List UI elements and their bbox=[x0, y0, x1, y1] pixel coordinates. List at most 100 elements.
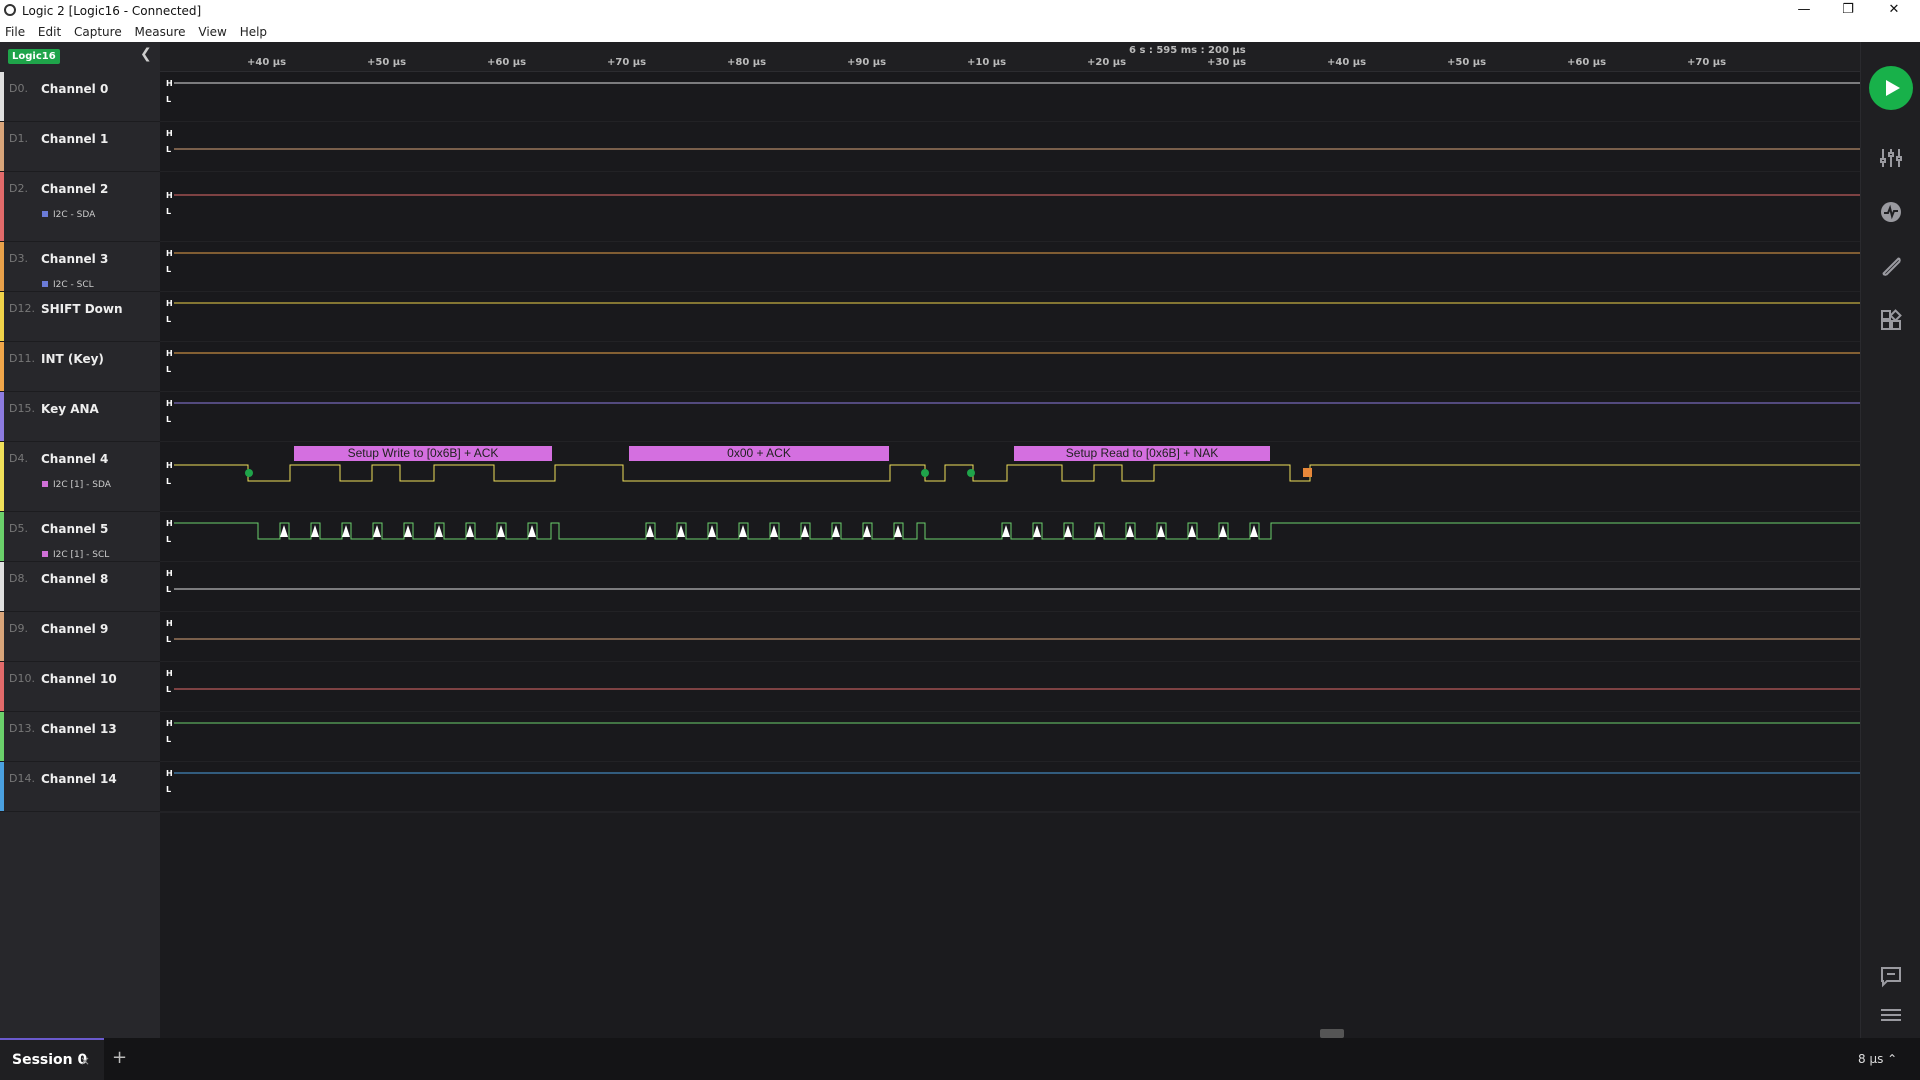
ruler-tick-label: +70 µs bbox=[1687, 57, 1727, 68]
channel-row[interactable]: D5. Channel 5 I2C [1] - SCL bbox=[0, 512, 160, 562]
channel-color-stripe bbox=[0, 392, 4, 441]
channel-name[interactable]: Channel 3 bbox=[41, 252, 108, 266]
menu-file[interactable]: File bbox=[0, 22, 29, 39]
time-ruler[interactable]: 6 s : 595 ms : 200 µs +40 µs +50 µs +60 µs… bbox=[160, 42, 1860, 72]
channel-name[interactable]: Channel 14 bbox=[41, 772, 117, 786]
right-toolbar bbox=[1860, 42, 1920, 1038]
level-low-label: L bbox=[166, 315, 171, 324]
start-marker bbox=[245, 469, 253, 477]
channel-row[interactable]: D1. Channel 1 bbox=[0, 122, 160, 172]
add-session-button[interactable]: + bbox=[112, 1047, 127, 1068]
level-low-label: L bbox=[166, 145, 171, 154]
analyzer-label[interactable]: I2C - SCL bbox=[42, 280, 94, 290]
channel-name[interactable]: Channel 5 bbox=[41, 522, 108, 536]
channel-row[interactable]: D9. Channel 9 bbox=[0, 612, 160, 662]
channel-name[interactable]: Key ANA bbox=[41, 402, 99, 416]
channel-name[interactable]: Channel 1 bbox=[41, 132, 108, 146]
analyzer-label[interactable]: I2C [1] - SCL bbox=[42, 550, 109, 560]
channel-row[interactable]: D14. Channel 14 bbox=[0, 762, 160, 812]
menu-edit[interactable]: Edit bbox=[33, 22, 65, 39]
measure-icon[interactable] bbox=[1879, 200, 1903, 224]
waveform-area[interactable]: HLHLHLHLHLHLHLHLHLHLHLHLHLHL Setup Write… bbox=[160, 72, 1860, 1032]
channel-row[interactable]: D4. Channel 4 I2C [1] - SDA bbox=[0, 442, 160, 512]
channel-name[interactable]: Channel 0 bbox=[41, 82, 108, 96]
channel-name[interactable]: INT (Key) bbox=[41, 352, 104, 366]
row-background bbox=[160, 612, 1860, 662]
level-high-label: H bbox=[166, 461, 173, 470]
ruler-tick-label: +60 µs bbox=[487, 57, 527, 68]
ruler-tick-label: +80 µs bbox=[727, 57, 767, 68]
channel-number: D10. bbox=[9, 672, 35, 685]
row-background bbox=[160, 562, 1860, 612]
channel-name[interactable]: Channel 9 bbox=[41, 622, 108, 636]
channel-row[interactable]: D2. Channel 2 I2C - SDA bbox=[0, 172, 160, 242]
channel-row[interactable]: D10. Channel 10 bbox=[0, 662, 160, 712]
stop-marker bbox=[921, 469, 929, 477]
menu-icon[interactable] bbox=[1879, 1004, 1903, 1028]
session-tab-label: Session 0 bbox=[12, 1052, 88, 1068]
channel-name[interactable]: Channel 13 bbox=[41, 722, 117, 736]
channel-row[interactable]: D13. Channel 13 bbox=[0, 712, 160, 762]
ruler-tick-label: +40 µs bbox=[1327, 57, 1367, 68]
ruler-tick-label: +10 µs bbox=[967, 57, 1007, 68]
channel-number: D0. bbox=[9, 82, 28, 95]
menu-help[interactable]: Help bbox=[235, 22, 271, 39]
ruler-tick-label: +60 µs bbox=[1567, 57, 1607, 68]
channel-name[interactable]: SHIFT Down bbox=[41, 302, 123, 316]
level-high-label: H bbox=[166, 619, 173, 628]
channel-color-stripe bbox=[0, 122, 4, 171]
i2c-frame-label: Setup Read to [0x6B] + NAK bbox=[1066, 446, 1218, 460]
channel-sidebar: Logic16 ❮ D0. Channel 0 D1. Channel 1 D2. Cha… bbox=[0, 42, 160, 1038]
tab-session-0[interactable]: Session 0 × bbox=[0, 1038, 104, 1080]
zoom-level[interactable]: 8 µs ⌃ bbox=[1858, 1052, 1897, 1066]
center-timestamp: 6 s : 595 ms : 200 µs bbox=[1129, 45, 1246, 56]
analyzer-label[interactable]: I2C - SDA bbox=[42, 210, 95, 220]
level-high-label: H bbox=[166, 249, 173, 258]
menu-bar: File Edit Capture Measure View Help bbox=[0, 22, 1920, 42]
ruler-tick-label: +40 µs bbox=[247, 57, 287, 68]
level-low-label: L bbox=[166, 95, 171, 104]
play-icon[interactable] bbox=[1869, 66, 1913, 110]
channel-row[interactable]: D11. INT (Key) bbox=[0, 342, 160, 392]
window-title: Logic 2 [Logic16 - Connected] bbox=[22, 4, 202, 18]
channel-name[interactable]: Channel 4 bbox=[41, 452, 108, 466]
restart-marker bbox=[967, 469, 975, 477]
channel-row[interactable]: D15. Key ANA bbox=[0, 392, 160, 442]
menu-measure[interactable]: Measure bbox=[130, 22, 190, 39]
menu-view[interactable]: View bbox=[193, 22, 230, 39]
minimize-button[interactable]: — bbox=[1782, 0, 1826, 22]
channel-number: D1. bbox=[9, 132, 28, 145]
level-high-label: H bbox=[166, 129, 173, 138]
analyzers-icon[interactable] bbox=[1879, 146, 1903, 170]
title-bar: Logic 2 [Logic16 - Connected] — ❐ ✕ bbox=[0, 0, 1920, 22]
nak-marker bbox=[1303, 468, 1312, 477]
channel-row[interactable]: D12. SHIFT Down bbox=[0, 292, 160, 342]
timing-marker-icon[interactable] bbox=[1879, 254, 1903, 278]
level-low-label: L bbox=[166, 265, 171, 274]
channel-name[interactable]: Channel 8 bbox=[41, 572, 108, 586]
extensions-icon[interactable] bbox=[1879, 308, 1903, 332]
close-session-icon[interactable]: × bbox=[80, 1054, 90, 1068]
channel-number: D9. bbox=[9, 622, 28, 635]
analyzer-label[interactable]: I2C [1] - SDA bbox=[42, 480, 111, 490]
level-low-label: L bbox=[166, 477, 171, 486]
collapse-sidebar-icon[interactable]: ❮ bbox=[140, 46, 152, 62]
channel-color-stripe bbox=[0, 512, 4, 561]
channel-name[interactable]: Channel 10 bbox=[41, 672, 117, 686]
channel-name[interactable]: Channel 2 bbox=[41, 182, 108, 196]
comment-icon[interactable] bbox=[1879, 964, 1903, 988]
row-background bbox=[160, 122, 1860, 172]
channel-number: D5. bbox=[9, 522, 28, 535]
menu-capture[interactable]: Capture bbox=[69, 22, 126, 39]
channel-number: D12. bbox=[9, 302, 35, 315]
level-low-label: L bbox=[166, 785, 171, 794]
channel-row[interactable]: D3. Channel 3 I2C - SCL bbox=[0, 242, 160, 292]
restore-button[interactable]: ❐ bbox=[1826, 0, 1870, 22]
horizontal-scrollbar-thumb[interactable] bbox=[1320, 1029, 1344, 1038]
level-high-label: H bbox=[166, 399, 173, 408]
close-button[interactable]: ✕ bbox=[1872, 0, 1916, 22]
level-high-label: H bbox=[166, 569, 173, 578]
channel-color-stripe bbox=[0, 612, 4, 661]
channel-row[interactable]: D0. Channel 0 bbox=[0, 72, 160, 122]
channel-row[interactable]: D8. Channel 8 bbox=[0, 562, 160, 612]
